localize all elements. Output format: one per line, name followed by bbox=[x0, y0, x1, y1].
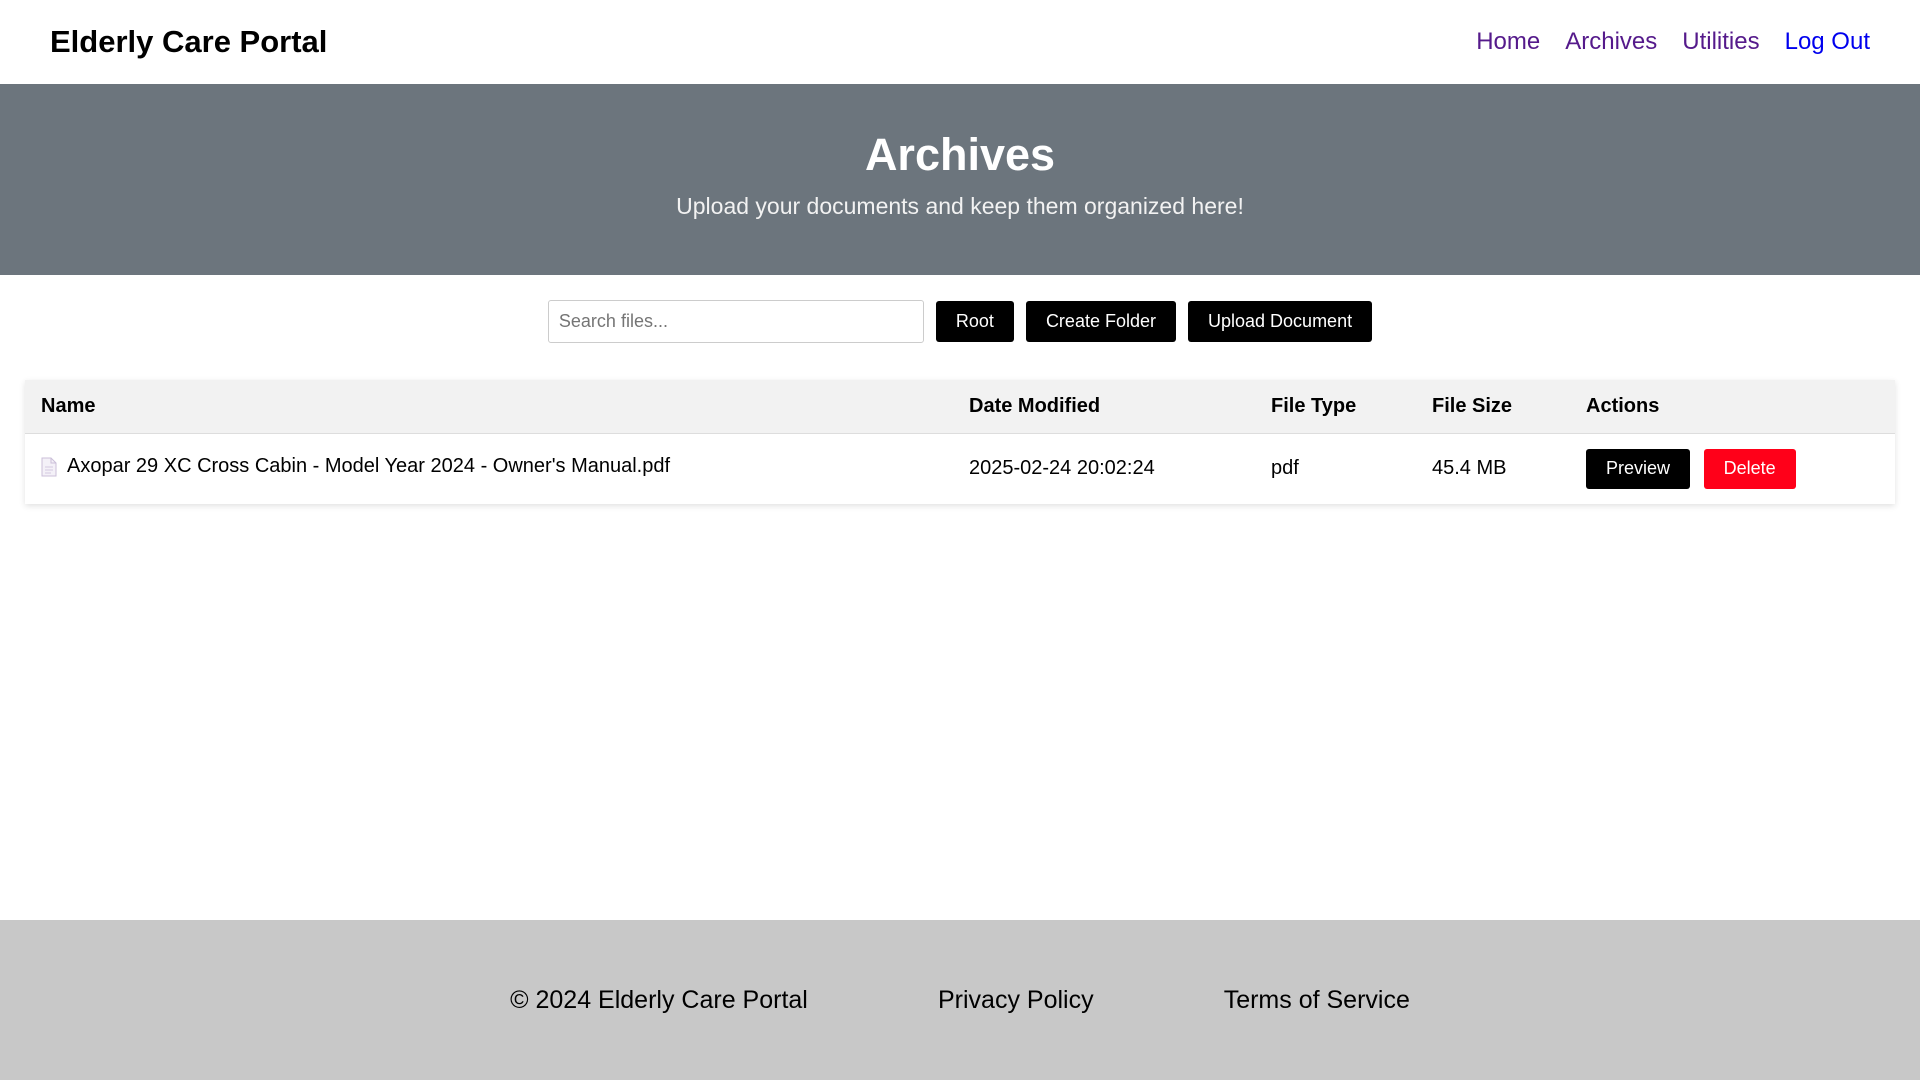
footer-privacy-link[interactable]: Privacy Policy bbox=[938, 986, 1094, 1015]
table-header: Name Date Modified File Type File Size A… bbox=[25, 380, 1895, 434]
table-body: Axopar 29 XC Cross Cabin - Model Year 20… bbox=[25, 433, 1895, 504]
hero-banner: Archives Upload your documents and keep … bbox=[0, 84, 1920, 275]
table-row[interactable]: Axopar 29 XC Cross Cabin - Model Year 20… bbox=[25, 433, 1895, 504]
page-footer: © 2024 Elderly Care Portal Privacy Polic… bbox=[0, 920, 1920, 1080]
column-header-file-type[interactable]: File Type bbox=[1255, 380, 1416, 434]
brand-title: Elderly Care Portal bbox=[50, 24, 328, 59]
table-header-row: Name Date Modified File Type File Size A… bbox=[25, 380, 1895, 434]
cell-file-size: 45.4 MB bbox=[1432, 457, 1507, 480]
page-subtitle: Upload your documents and keep them orga… bbox=[676, 193, 1244, 219]
search-input[interactable] bbox=[547, 299, 924, 343]
cell-date-modified: 2025-02-24 20:02:24 bbox=[969, 457, 1155, 480]
document-icon bbox=[41, 457, 57, 477]
footer-copyright: © 2024 Elderly Care Portal bbox=[510, 985, 808, 1014]
footer-terms-link[interactable]: Terms of Service bbox=[1224, 986, 1410, 1015]
cell-actions: Preview Delete bbox=[1570, 433, 1895, 504]
top-navigation-bar: Elderly Care Portal Home Archives Utilit… bbox=[0, 0, 1920, 84]
file-name-wrapper[interactable]: Axopar 29 XC Cross Cabin - Model Year 20… bbox=[41, 455, 670, 478]
upload-document-button[interactable]: Upload Document bbox=[1188, 300, 1373, 342]
nav-link-utilities[interactable]: Utilities bbox=[1682, 28, 1759, 56]
nav-link-archives[interactable]: Archives bbox=[1565, 28, 1657, 56]
file-table-container: Name Date Modified File Type File Size A… bbox=[25, 380, 1895, 504]
page-title: Archives bbox=[864, 129, 1056, 180]
root-button[interactable]: Root bbox=[935, 300, 1014, 342]
preview-button[interactable]: Preview bbox=[1586, 448, 1691, 489]
cell-file-type: pdf bbox=[1271, 457, 1299, 480]
delete-button[interactable]: Delete bbox=[1703, 448, 1796, 489]
create-folder-button[interactable]: Create Folder bbox=[1025, 300, 1176, 342]
main-nav: Home Archives Utilities Log Out bbox=[1476, 28, 1870, 56]
column-header-file-size[interactable]: File Size bbox=[1416, 380, 1570, 434]
file-name-text: Axopar 29 XC Cross Cabin - Model Year 20… bbox=[67, 455, 671, 477]
nav-link-home[interactable]: Home bbox=[1476, 28, 1540, 56]
column-header-actions: Actions bbox=[1570, 380, 1895, 434]
page: Elderly Care Portal Home Archives Utilit… bbox=[0, 0, 1920, 1080]
cell-name: Axopar 29 XC Cross Cabin - Model Year 20… bbox=[25, 433, 953, 504]
column-header-date-modified[interactable]: Date Modified bbox=[953, 380, 1255, 434]
column-header-name[interactable]: Name bbox=[25, 380, 953, 434]
nav-link-logout[interactable]: Log Out bbox=[1785, 28, 1870, 56]
file-table: Name Date Modified File Type File Size A… bbox=[25, 380, 1895, 504]
file-toolbar: Root Create Folder Upload Document bbox=[0, 299, 1920, 343]
